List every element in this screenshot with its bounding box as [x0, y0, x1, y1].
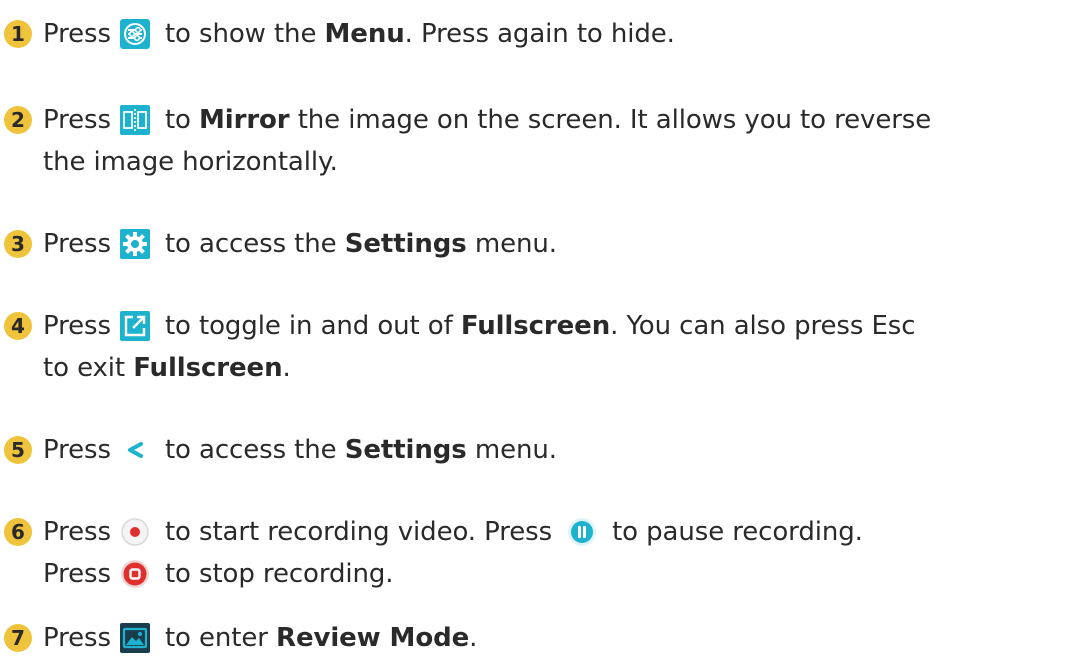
- press-label: Press: [43, 19, 111, 49]
- step-number: 2: [4, 106, 32, 134]
- step-number: 5: [4, 436, 32, 464]
- chevron-left-icon: [119, 434, 151, 466]
- pause-icon: [566, 516, 598, 548]
- menu-sliders-icon: [119, 18, 151, 50]
- review-gallery-icon: [119, 622, 151, 654]
- mirror-icon: [119, 104, 151, 136]
- step-number: 7: [4, 624, 32, 652]
- step-number: 1: [4, 20, 32, 48]
- gear-icon: [119, 228, 151, 260]
- fullscreen-icon: [119, 310, 151, 342]
- step-number: 6: [4, 518, 32, 546]
- step-number: 3: [4, 230, 32, 258]
- step-number: 4: [4, 312, 32, 340]
- record-icon: [119, 516, 151, 548]
- stop-icon: [119, 558, 151, 590]
